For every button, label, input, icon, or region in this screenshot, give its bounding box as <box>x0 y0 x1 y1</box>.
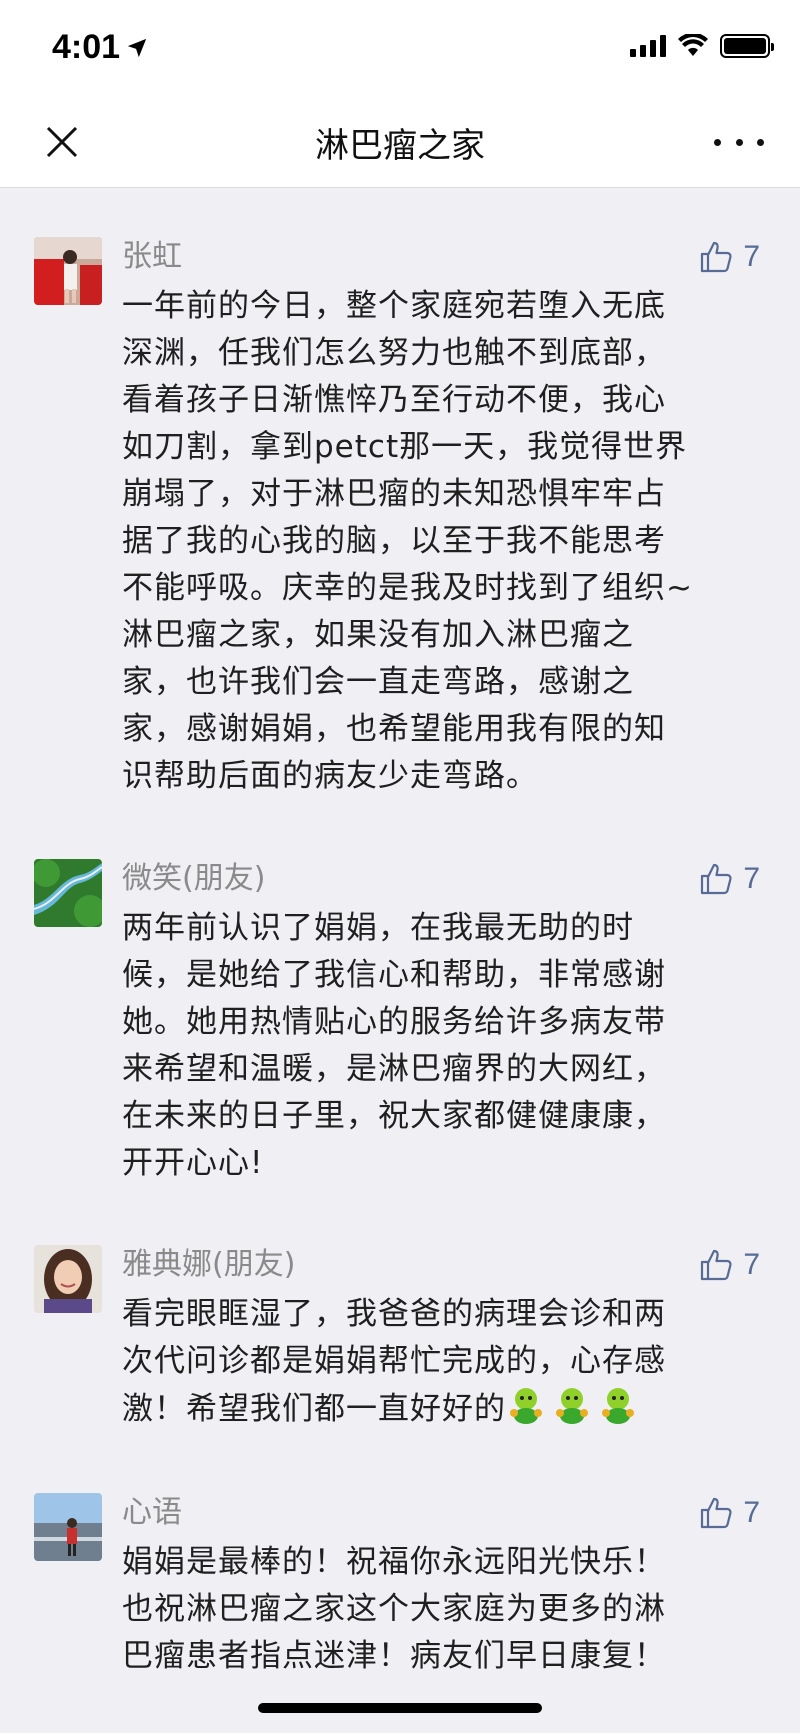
comment-item: 张虹 7 一年前的今日，整个家庭宛若堕入无底 深渊，任我们怎么努力也触不到底部，… <box>0 237 800 800</box>
status-time: 4:01 <box>52 28 148 67</box>
comment-header: 微笑(朋友) 7 <box>122 859 760 905</box>
thumbs-up-icon <box>701 1249 732 1281</box>
more-options-button[interactable] <box>714 122 764 162</box>
like-button[interactable]: 7 <box>699 237 760 277</box>
comment-author[interactable]: 微笑(朋友) <box>122 861 265 896</box>
battery-icon <box>720 34 774 58</box>
thumbs-up-icon <box>701 863 732 895</box>
like-button[interactable]: 7 <box>699 859 760 899</box>
wifi-icon <box>678 34 708 56</box>
comment-header: 张虹 7 <box>122 237 760 283</box>
location-arrow-icon <box>127 38 147 57</box>
more-dot-icon <box>735 138 743 146</box>
page-title: 淋巴瘤之家 <box>315 126 485 166</box>
cellular-signal-icon <box>630 35 666 57</box>
comment-item: 微笑(朋友) 7 两年前认识了娟娟，在我最无助的时 候，是她给了我信心和帮助，非… <box>0 859 800 1187</box>
avatar[interactable] <box>34 1245 102 1313</box>
like-count: 7 <box>743 1248 760 1281</box>
comment-text: 娟娟是最棒的！祝福你永远阳光快乐！ 也祝淋巴瘤之家这个大家庭为更多的淋 巴瘤患者… <box>122 1544 666 1674</box>
more-dot-icon <box>757 138 764 146</box>
green-emoji-icon <box>602 1388 634 1424</box>
comment-author[interactable]: 心语 <box>122 1495 182 1530</box>
comment-author[interactable]: 雅典娜(朋友) <box>122 1247 295 1282</box>
status-bar: 4:01 <box>0 0 800 96</box>
comment-text: 两年前认识了娟娟，在我最无助的时 候，是她给了我信心和帮助，非常感谢 她。她用热… <box>122 910 666 1181</box>
green-emoji-icon <box>556 1388 588 1424</box>
like-count: 7 <box>743 862 760 895</box>
comment-header: 心语 7 <box>122 1493 760 1539</box>
comment-text: 看完眼眶湿了，我爸爸的病理会诊和两 次代问诊都是娟娟帮忙完成的，心存感 激！希望… <box>122 1291 760 1433</box>
comment-item: 心语 7 娟娟是最棒的！祝福你永远阳光快乐！ 也祝淋巴瘤之家这个大家庭为更多的淋… <box>0 1493 800 1680</box>
like-button[interactable]: 7 <box>699 1245 760 1285</box>
status-time-text: 4:01 <box>52 28 121 66</box>
status-icons <box>630 34 774 58</box>
nav-bar: 淋巴瘤之家 <box>0 96 800 188</box>
like-count: 7 <box>743 1496 760 1529</box>
home-indicator[interactable] <box>258 1703 542 1713</box>
like-button[interactable]: 7 <box>699 1493 760 1533</box>
avatar[interactable] <box>34 859 102 927</box>
thumbs-up-icon <box>701 1497 732 1529</box>
comment-author[interactable]: 张虹 <box>122 239 182 274</box>
avatar[interactable] <box>34 237 102 305</box>
green-emoji-icon <box>510 1388 542 1424</box>
more-dot-icon <box>714 138 721 146</box>
like-count: 7 <box>743 240 760 273</box>
comment-text: 一年前的今日，整个家庭宛若堕入无底 深渊，任我们怎么努力也触不到底部， 看着孩子… <box>122 288 693 794</box>
avatar[interactable] <box>34 1493 102 1561</box>
thumbs-up-icon <box>701 241 732 273</box>
comment-header: 雅典娜(朋友) 7 <box>122 1245 760 1291</box>
comment-item: 雅典娜(朋友) 7 看完眼眶湿了，我爸爸的病理会诊和两 次代问诊都是娟娟帮忙完成… <box>0 1245 800 1433</box>
